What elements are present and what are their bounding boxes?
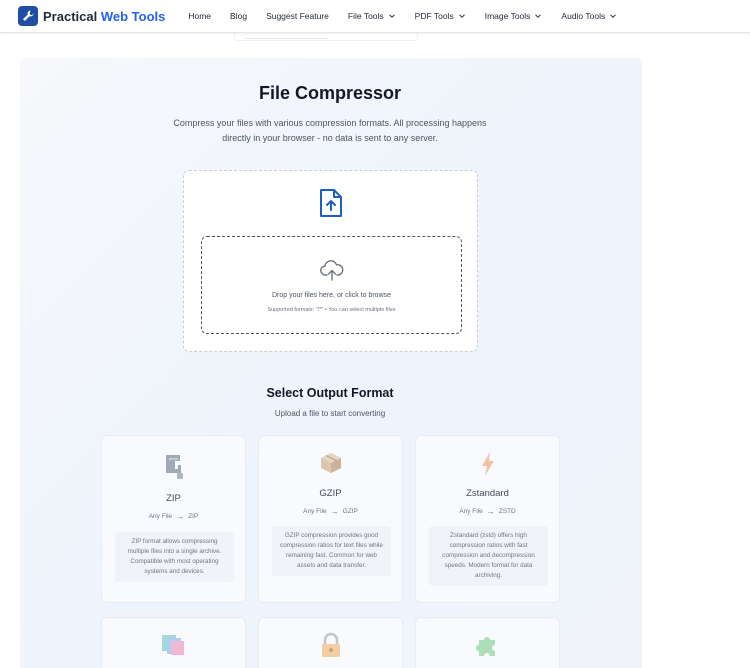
chevron-down-icon — [610, 14, 617, 18]
format-name: ZIP — [166, 493, 181, 504]
format-card-puzzle[interactable] — [415, 617, 560, 668]
logo-text: Practical Web Tools — [43, 8, 166, 24]
file-drop-zone[interactable]: Drop your files here, or click to browse… — [201, 236, 462, 334]
format-name: Zstandard — [466, 488, 509, 499]
format-conversion: Any File → GZIP — [303, 507, 358, 516]
format-card-gzip[interactable]: GZIP Any File → GZIP GZIP compression prov… — [258, 435, 403, 603]
format-name: GZIP — [319, 488, 342, 499]
main-nav: Home Blog Suggest Feature File Tools PDF… — [188, 11, 636, 21]
chevron-down-icon — [535, 14, 542, 18]
zip-clamp-icon — [102, 453, 245, 481]
nav-blog[interactable]: Blog — [230, 11, 247, 21]
lock-icon — [259, 632, 402, 658]
upload-container: Drop your files here, or click to browse… — [183, 170, 478, 352]
box-icon — [259, 451, 402, 475]
nav-pdf-tools[interactable]: PDF Tools — [415, 11, 466, 21]
format-card-stack[interactable] — [101, 617, 246, 668]
lightning-icon — [416, 451, 559, 477]
output-format-subtitle: Upload a file to start converting — [274, 409, 386, 418]
stack-icon — [102, 633, 245, 657]
format-description: Zstandard (zstd) offers high compression… — [429, 526, 548, 586]
format-card-zip[interactable]: ZIP Any File → ZIP ZIP format allows compr… — [101, 435, 246, 603]
nav-image-tools[interactable]: Image Tools — [485, 11, 543, 21]
chevron-down-icon — [388, 14, 395, 18]
nav-suggest-feature[interactable]: Suggest Feature — [266, 11, 329, 21]
page-subtitle: Compress your files with various compres… — [173, 118, 487, 143]
drop-instructions: Drop your files here, or click to browse — [271, 292, 392, 299]
nav-file-tools[interactable]: File Tools — [348, 11, 396, 21]
nav-audio-tools[interactable]: Audio Tools — [561, 11, 617, 21]
supported-formats-text: Supported formats: "/*" • You can select… — [267, 307, 396, 313]
page-title: File Compressor — [258, 83, 402, 103]
format-conversion: Any File → ZIP — [148, 512, 199, 521]
site-logo[interactable]: Practical Web Tools — [18, 6, 165, 26]
format-card-lock[interactable] — [258, 617, 403, 668]
puzzle-icon — [416, 632, 559, 658]
cloud-upload-icon — [320, 260, 344, 281]
nav-home[interactable]: Home — [188, 11, 211, 21]
file-upload-icon — [320, 189, 342, 217]
format-conversion: Any File → ZSTD — [459, 507, 516, 516]
top-navbar: Practical Web Tools Home Blog Suggest Fe… — [0, 0, 750, 33]
output-format-title: Select Output Format — [266, 386, 394, 400]
format-description: GZIP compression provides good compressi… — [272, 526, 391, 576]
format-card-zstandard[interactable]: Zstandard Any File → ZSTD Zstandard (zstd)… — [415, 435, 560, 603]
chevron-down-icon — [458, 14, 465, 18]
format-description: ZIP format allows compressing multiple f… — [115, 532, 234, 582]
wrench-logo-icon — [18, 6, 38, 26]
